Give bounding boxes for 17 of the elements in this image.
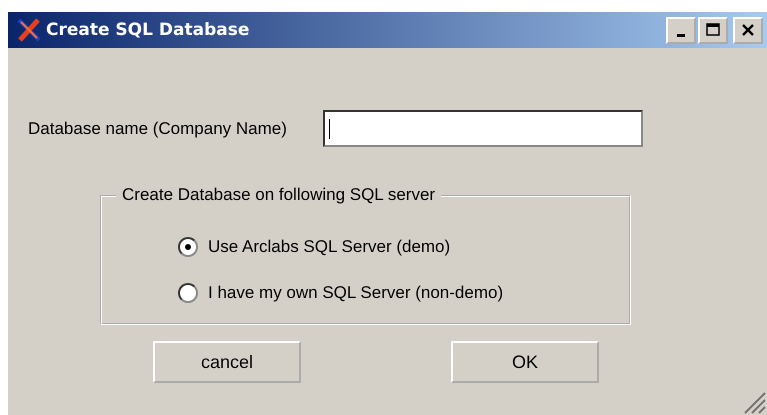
radio-label[interactable]: Use Arclabs SQL Server (demo) — [208, 237, 450, 257]
close-icon — [740, 22, 756, 38]
radio-label[interactable]: I have my own SQL Server (non-demo) — [208, 283, 504, 303]
database-name-field[interactable] — [322, 110, 643, 147]
cancel-button[interactable]: cancel — [153, 341, 301, 383]
ok-button[interactable]: OK — [451, 341, 599, 383]
maximize-button[interactable] — [698, 16, 728, 44]
window-title: Create SQL Database — [46, 20, 250, 40]
field-label: Database name (Company Name) — [28, 118, 287, 138]
group-legend: Create Database on following SQL server — [116, 185, 442, 205]
x-logo-icon — [16, 17, 42, 43]
minimize-icon — [677, 34, 685, 36]
radio-button[interactable] — [178, 283, 198, 303]
close-button[interactable] — [733, 16, 763, 44]
radio-button[interactable] — [178, 237, 198, 257]
maximize-icon — [705, 22, 721, 38]
minimize-button[interactable] — [666, 16, 696, 44]
